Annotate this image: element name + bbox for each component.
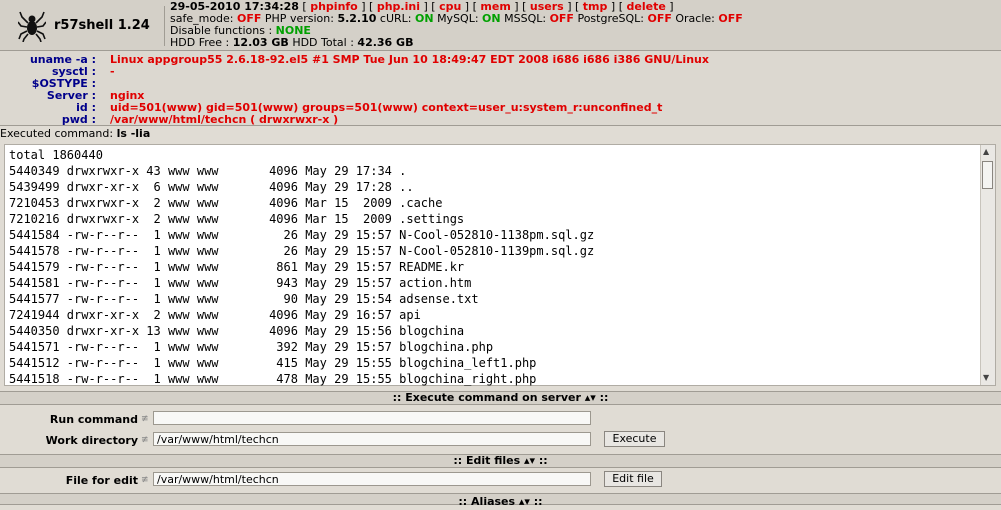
command-output-textarea[interactable]: total 1860440 5440349 drwxrwxr-x 43 www … [4,144,996,386]
hdd-total-value: 42.36 GB [357,36,414,49]
postgresql-value: OFF [647,12,672,25]
edit-files-section-header[interactable]: :: Edit files ▴▾ :: [0,454,1001,468]
scroll-down-icon[interactable]: ▼ [983,373,989,382]
sysctl-value: - [110,65,115,78]
postgresql-label: PostgreSQL: [577,12,644,25]
executed-command-label: Executed command: [0,127,114,140]
execute-form: Run command ≢ Work directory ≢ /var/www/… [0,404,1001,454]
curl-label: cURL: [379,12,412,25]
executed-command-line: Executed command: ls -lia [0,127,150,140]
double-arrow-icon: ≢ [141,414,149,424]
command-output-text: total 1860440 5440349 drwxrwxr-x 43 www … [9,148,595,386]
file-for-edit-input[interactable]: /var/www/html/techcn [153,472,591,486]
mssql-label: MSSQL: [504,12,547,25]
logo-area: r57shell 1.24 [6,6,165,46]
mysql-label: MySQL: [437,12,479,25]
hdd-row: HDD Free : 12.03 GB HDD Total : 42.36 GB [170,37,743,49]
app-title: r57shell 1.24 [54,18,150,33]
spider-icon [18,11,46,42]
server-info: 29-05-2010 17:34:28 [ phpinfo ] [ php.in… [170,1,743,49]
oracle-label: Oracle: [675,12,715,25]
mysql-value: ON [482,12,501,25]
uname-value: Linux appgroup55 2.6.18-92.el5 #1 SMP Tu… [110,53,709,66]
hdd-free-value: 12.03 GB [232,36,289,49]
oracle-value: OFF [718,12,743,25]
double-arrow-icon: ≢ [141,435,149,445]
execute-section-header[interactable]: :: Execute command on server ▴▾ :: [0,391,1001,405]
system-info-panel: uname -a : Linux appgroup55 2.6.18-92.el… [0,51,1001,126]
php-version-value: 5.2.10 [337,12,377,25]
mssql-value: OFF [549,12,574,25]
scrollbar-thumb[interactable] [982,161,993,189]
pwd-value: /var/www/html/techcn ( drwxrwxr-x ) [110,113,339,126]
aliases-section-header[interactable]: :: Aliases ▴▾ :: [0,493,1001,508]
work-directory-label: Work directory [45,434,138,447]
work-directory-input[interactable]: /var/www/html/techcn [153,432,591,446]
hdd-free-label: HDD Free : [170,36,230,49]
header-bar: r57shell 1.24 29-05-2010 17:34:28 [ phpi… [0,0,1001,51]
executed-command-value: ls -lia [116,127,151,140]
scroll-up-icon[interactable]: ▲ [983,147,989,156]
double-arrow-icon: ≢ [141,475,149,485]
execute-button[interactable]: Execute [604,431,665,447]
hdd-total-label: HDD Total : [292,36,354,49]
file-for-edit-label: File for edit [65,474,138,487]
output-scrollbar[interactable]: ▲ ▼ [980,145,995,385]
run-command-label: Run command [49,413,138,426]
edit-form: File for edit ≢ /var/www/html/techcn Edi… [0,467,1001,493]
edit-file-button[interactable]: Edit file [604,471,662,487]
pwd-label: pwd : [61,113,96,126]
curl-value: ON [415,12,434,25]
run-command-input[interactable] [153,411,591,425]
